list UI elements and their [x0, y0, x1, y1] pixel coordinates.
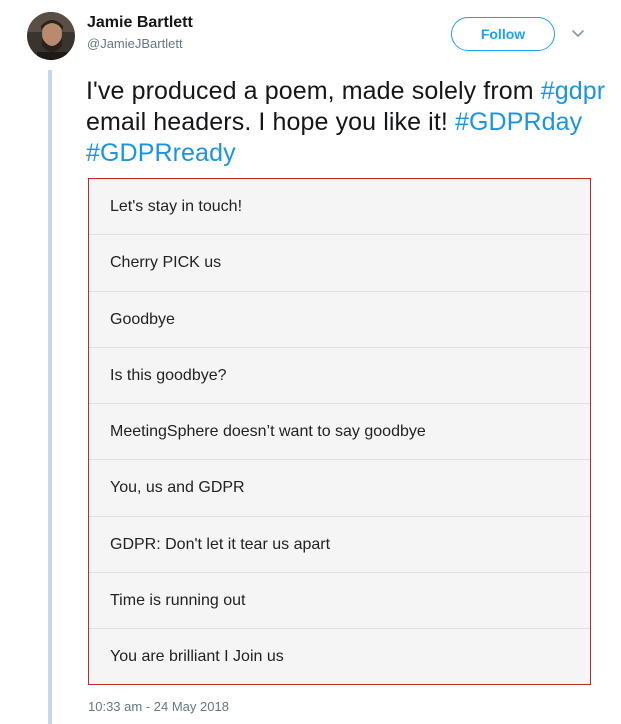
- poem-line: Is this goodbye?: [89, 348, 590, 405]
- hashtag-link[interactable]: #GDPRday: [455, 108, 582, 136]
- hashtag-link[interactable]: #GDPRready: [86, 139, 236, 167]
- author-handle[interactable]: @JamieJBartlett: [87, 36, 183, 52]
- tweet-text: I've produced a poem, made solely from #…: [86, 76, 606, 169]
- hashtag-link[interactable]: #gdpr: [541, 77, 605, 105]
- poem-line: Time is running out: [89, 573, 590, 630]
- poem-line: Let's stay in touch!: [89, 179, 590, 236]
- poem-line: GDPR: Don't let it tear us apart: [89, 517, 590, 574]
- chevron-down-icon[interactable]: [569, 25, 587, 43]
- profile-photo-icon: [27, 12, 75, 60]
- follow-button[interactable]: Follow: [451, 17, 555, 51]
- tweet-timestamp[interactable]: 10:33 am - 24 May 2018: [88, 699, 229, 715]
- poem-line: You, us and GDPR: [89, 460, 590, 517]
- tweet-text-part: email headers. I hope you like it!: [86, 108, 455, 136]
- tweet-text-part: I've produced a poem, made solely from: [86, 77, 541, 105]
- poem-line: You are brilliant I Join us: [110, 648, 284, 666]
- thread-connector-line: [48, 70, 52, 724]
- poem-line: MeetingSphere doesn’t want to say goodby…: [89, 404, 590, 461]
- poem-image-card[interactable]: Let's stay in touch! Cherry PICK us Good…: [88, 178, 591, 685]
- author-name[interactable]: Jamie Bartlett: [87, 13, 193, 32]
- poem-line: Goodbye: [89, 292, 590, 348]
- poem-line: Cherry PICK us: [89, 235, 590, 292]
- avatar[interactable]: [27, 12, 75, 60]
